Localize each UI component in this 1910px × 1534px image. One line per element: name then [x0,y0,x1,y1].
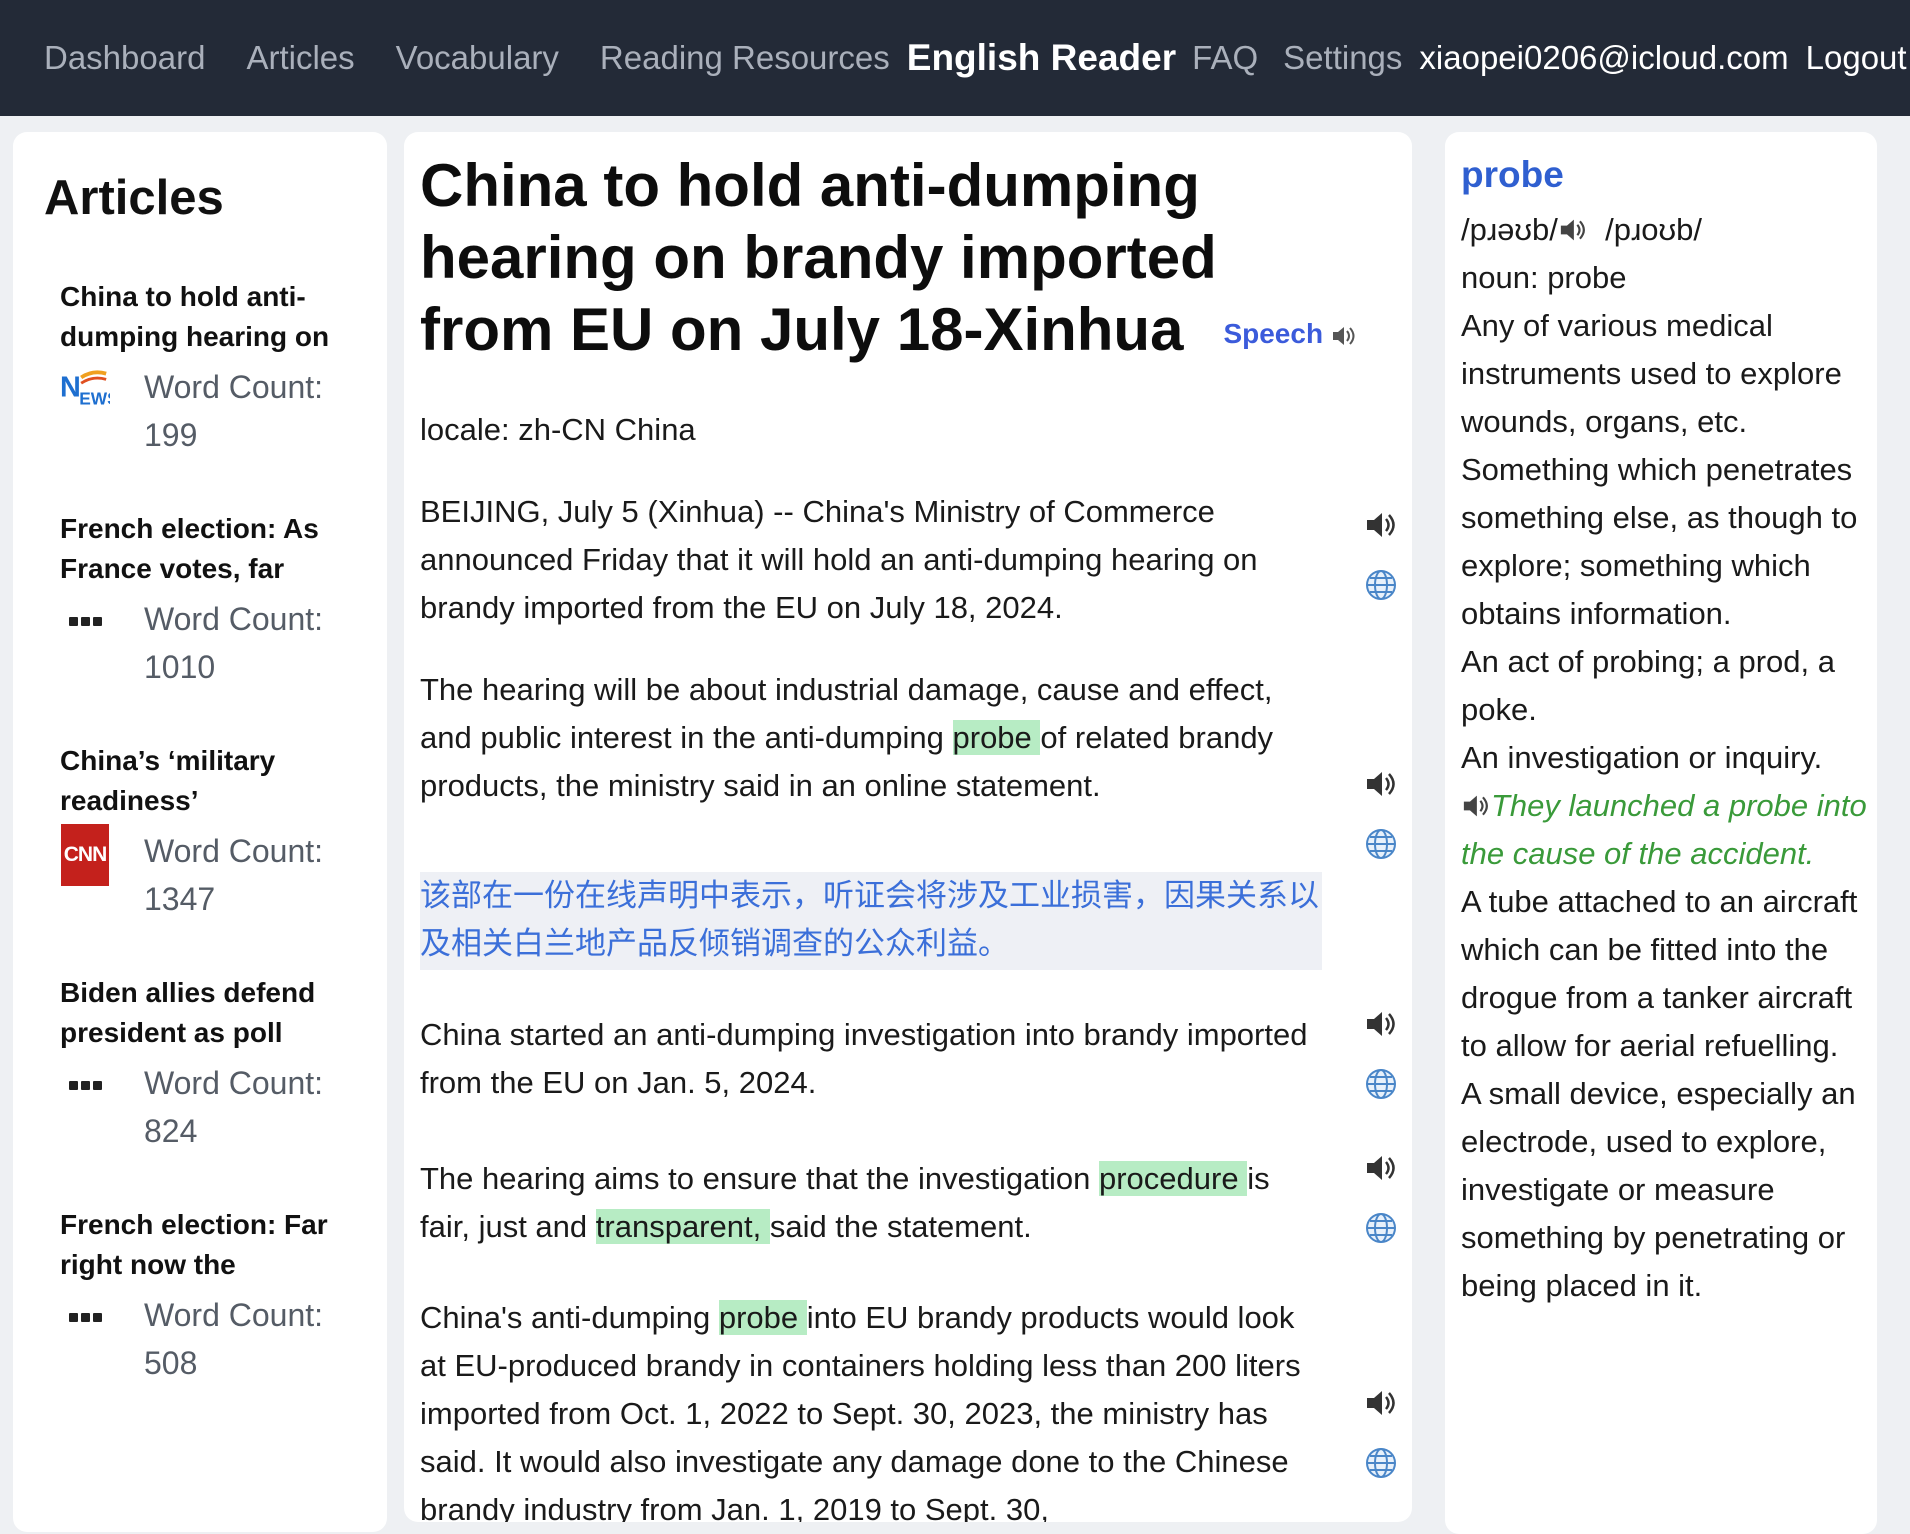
article-list-item[interactable]: French election: As France votes, far Wo… [60,509,360,695]
word-count: Word Count: 1010 [144,601,324,685]
paragraph-controls [1364,1388,1404,1504]
article-list-item[interactable]: China to hold anti-dumping hearing on N … [60,277,360,463]
sidebar-heading: Articles [44,171,224,225]
definition: A small device, especially an electrode,… [1461,1076,1856,1303]
speaker-icon[interactable] [1364,1153,1404,1193]
highlighted-word[interactable]: procedure [1098,1161,1248,1196]
dictionary-word: probe [1461,154,1564,195]
speaker-icon[interactable] [1364,1388,1404,1428]
paragraph-controls [1364,1009,1404,1125]
definition: An investigation or inquiry. [1461,740,1823,775]
article-locale: locale: zh-CN China [420,412,696,447]
example-sentence: They launched a probe into the cause of … [1461,788,1867,871]
definition: A tube attached to an aircraft which can… [1461,884,1858,1063]
nav-reading-resources[interactable]: Reading Resources [600,39,890,77]
globe-icon[interactable] [1364,1211,1404,1251]
word-count: Word Count: 199 [144,369,324,453]
globe-icon[interactable] [1364,1067,1404,1107]
article-title: China to hold anti-dumping hearing on br… [420,150,1360,370]
article-list-item[interactable]: Biden allies defend president as poll Wo… [60,973,360,1159]
cnn-logo-icon: CNN [60,824,110,886]
highlighted-word[interactable]: transparent, [595,1209,770,1244]
paragraph-controls [1364,510,1404,626]
speaker-icon[interactable] [1364,769,1404,809]
dots-icon [60,1295,110,1339]
top-nav: Dashboard Articles Vocabulary Reading Re… [0,0,1910,116]
word-count: Word Count: 508 [144,1297,324,1381]
word-count: Word Count: 1347 [144,833,324,917]
part-of-speech: noun: probe [1461,260,1627,295]
article-item-title[interactable]: Biden allies defend president as poll [60,973,360,1053]
globe-icon[interactable] [1364,827,1404,867]
news-logo-icon: N EWS [60,367,110,411]
nav-settings[interactable]: Settings [1283,39,1402,77]
article-item-title[interactable]: China to hold anti-dumping hearing on [60,277,360,357]
article-item-title[interactable]: French election: Far right now the [60,1205,360,1285]
article-list-item[interactable]: China’s ‘military readiness’ CNN Word Co… [60,741,360,927]
speaker-icon[interactable] [1461,793,1491,819]
globe-icon[interactable] [1364,568,1404,608]
paragraph-3[interactable]: China started an anti-dumping investigat… [420,1011,1326,1107]
speaker-icon [1332,326,1355,345]
speaker-icon[interactable] [1364,1009,1404,1049]
paragraph-1[interactable]: BEIJING, July 5 (Xinhua) -- China's Mini… [420,488,1326,632]
dictionary-panel: probe /pɹəʊb/ /pɹoʊb/ noun: probe Any of… [1445,132,1877,1534]
word-count: Word Count: 824 [144,1065,324,1149]
articles-sidebar: Articles China to hold anti-dumping hear… [13,132,387,1532]
paragraph-5[interactable]: China's anti-dumping probe into EU brand… [420,1294,1326,1522]
dictionary-entry: /pɹəʊb/ /pɹoʊb/ noun: probe Any of vario… [1461,206,1871,1310]
definition: An act of probing; a prod, a poke. [1461,644,1835,727]
svg-text:N: N [60,372,81,404]
paragraph-controls [1364,769,1404,885]
paragraph-translation: 该部在一份在线声明中表示，听证会将涉及工业损害，因果关系以及相关白兰地产品反倾销… [420,872,1322,970]
speaker-icon[interactable] [1558,217,1588,243]
article-item-title[interactable]: China’s ‘military readiness’ [60,741,360,821]
article-item-title[interactable]: French election: As France votes, far [60,509,360,589]
definition: Something which penetrates something els… [1461,452,1858,631]
nav-user-email[interactable]: xiaopei0206@icloud.com [1419,39,1788,77]
definition: Any of various medical instruments used … [1461,308,1842,439]
nav-faq[interactable]: FAQ [1192,39,1258,77]
dots-icon [60,599,110,643]
nav-dashboard[interactable]: Dashboard [44,39,205,77]
highlighted-word[interactable]: probe [952,720,1041,755]
paragraph-controls [1364,1153,1404,1269]
pronunciation: /pɹəʊb/ /pɹoʊb/ [1461,212,1703,247]
speaker-icon[interactable] [1364,510,1404,550]
paragraph-2[interactable]: The hearing will be about industrial dam… [420,666,1326,810]
article-panel: China to hold anti-dumping hearing on br… [404,132,1412,1522]
paragraph-4[interactable]: The hearing aims to ensure that the inve… [420,1155,1326,1251]
nav-brand[interactable]: English Reader [907,37,1176,79]
nav-logout[interactable]: Logout [1806,39,1907,77]
globe-icon[interactable] [1364,1446,1404,1486]
nav-vocabulary[interactable]: Vocabulary [396,39,559,77]
nav-articles[interactable]: Articles [246,39,354,77]
svg-text:EWS: EWS [79,388,110,408]
highlighted-word[interactable]: probe [718,1300,807,1335]
article-list-item[interactable]: French election: Far right now the Word … [60,1205,360,1391]
speech-button[interactable]: Speech [1223,318,1356,349]
dots-icon [60,1063,110,1107]
